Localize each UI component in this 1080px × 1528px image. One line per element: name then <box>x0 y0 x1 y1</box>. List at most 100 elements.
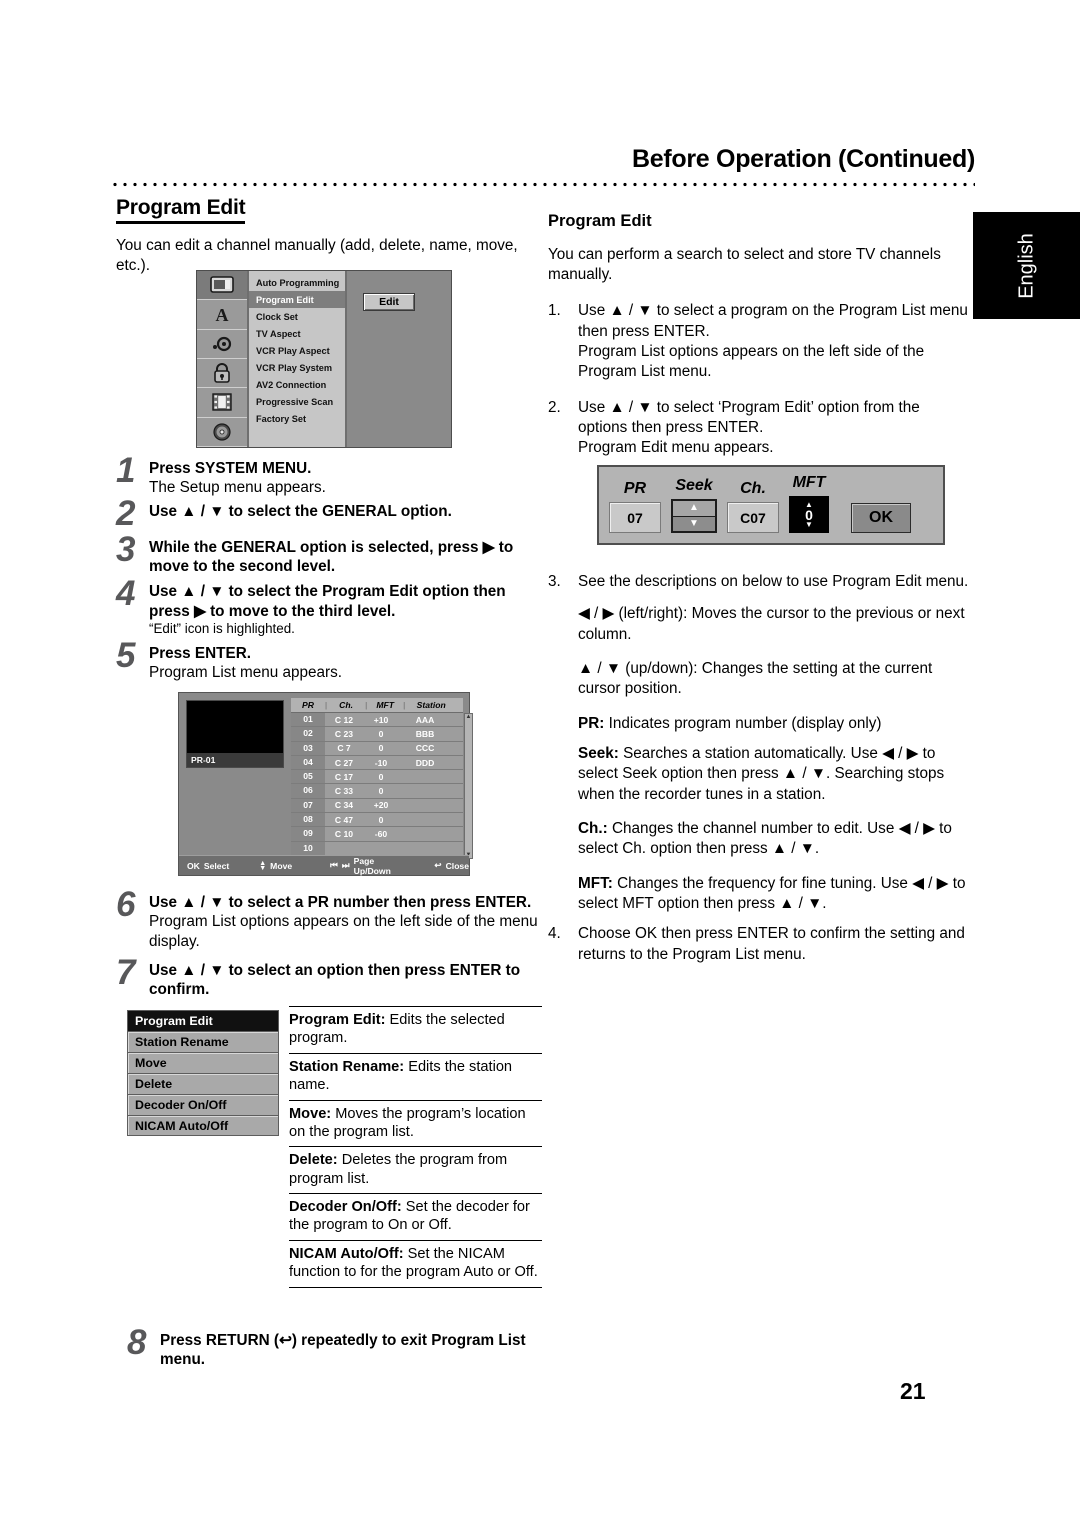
column-header-station: Station <box>416 700 446 710</box>
description-term: ▲ / ▼ (up/down): <box>578 660 698 678</box>
description-term: ◀ / ▶ (left/right): <box>578 605 688 623</box>
ch-field: Ch. C07 <box>727 480 779 533</box>
option-move[interactable]: Move <box>127 1052 279 1073</box>
setup-menu-list[interactable]: Auto Programming Program Edit Clock Set … <box>249 271 347 447</box>
mft-field[interactable]: MFT ▲ 0 ▼ <box>789 474 829 533</box>
right-item-4-text: Choose OK then press ENTER to confirm th… <box>578 925 965 963</box>
cell-ch: C 12 <box>334 714 354 725</box>
setup-menu-item-program-edit[interactable]: Program Edit <box>249 291 345 308</box>
description-term: Station Rename: <box>289 1058 405 1075</box>
program-list-screenshot: PR-01 PR | Ch. | MFT | Station 01 C 12 +10… <box>178 692 473 876</box>
description-up-down: ▲ / ▼ (up/down): Changes the setting at … <box>548 659 973 700</box>
table-row[interactable]: 06 C 33 0 <box>291 784 463 799</box>
step-3: 3 While the GENERAL option is selected, … <box>116 532 541 577</box>
setup-icon-bar: A <box>197 271 249 447</box>
setup-menu-item-auto-programming[interactable]: Auto Programming <box>249 274 345 291</box>
right-item-2-para-2: Program Edit menu appears. <box>578 439 774 457</box>
option-nicam-auto-off[interactable]: NICAM Auto/Off <box>127 1115 279 1136</box>
option-decoder-on-off[interactable]: Decoder On/Off <box>127 1094 279 1115</box>
page-label: Page Up/Down <box>353 855 391 876</box>
cell-station: AAA <box>415 714 435 725</box>
right-item-2-number: 2. <box>548 398 561 416</box>
setup-menu-item-vcr-play-aspect[interactable]: VCR Play Aspect <box>249 342 345 359</box>
setup-menu-item-av2-connection[interactable]: AV2 Connection <box>249 376 345 393</box>
step-5: 5 Press ENTER. Program List menu appears… <box>116 638 541 683</box>
cell-pr: 06 <box>291 784 325 798</box>
select-label: Select <box>203 860 230 871</box>
right-item-2-para-1: Use ▲ / ▼ to select ‘Program Edit’ optio… <box>578 398 920 437</box>
ok-field[interactable]: OK <box>851 503 911 533</box>
language-side-tab: English <box>973 212 1080 319</box>
description-text: Searches a station automatically. Use ◀ … <box>578 745 945 803</box>
cell-mft: 0 <box>378 728 384 739</box>
table-row[interactable]: 09 C 10 -60 <box>291 827 463 842</box>
program-list-body: 01 C 12 +10 AAA 02 C 23 0 BBB 03 C 7 0 CCC 04 C 27… <box>291 713 473 871</box>
skip-next-icon: ⏭ <box>341 860 350 870</box>
description-seek: Seek: Searches a station automatically. … <box>548 744 973 805</box>
lock-icon <box>197 359 247 389</box>
ok-button[interactable]: OK <box>851 503 911 533</box>
step-8: 8 Press RETURN (↩) repeatedly to exit Pr… <box>127 1325 542 1370</box>
edit-button[interactable]: Edit <box>363 293 415 311</box>
seek-down-icon[interactable]: ▼ <box>673 516 715 531</box>
description-decoder-on-off: Decoder On/Off: Set the decoder for the … <box>289 1193 542 1240</box>
setup-menu-item-vcr-play-system[interactable]: VCR Play System <box>249 359 345 376</box>
cell-ch: C 27 <box>334 757 354 768</box>
cell-ch: C 47 <box>334 814 354 825</box>
description-term: PR: <box>578 714 605 732</box>
setup-menu-item-tv-aspect[interactable]: TV Aspect <box>249 325 345 342</box>
setup-menu-item-clock-set[interactable]: Clock Set <box>249 308 345 325</box>
option-delete[interactable]: Delete <box>127 1073 279 1094</box>
option-station-rename[interactable]: Station Rename <box>127 1031 279 1052</box>
column-header-mft: MFT <box>376 700 394 710</box>
program-edit-options-menu[interactable]: Program Edit Station Rename Move Delete … <box>127 1010 279 1288</box>
option-program-edit[interactable]: Program Edit <box>127 1010 279 1031</box>
table-row[interactable]: 02 C 23 0 BBB <box>291 727 463 742</box>
table-row[interactable]: 08 C 47 0 <box>291 813 463 828</box>
close-label: Close <box>445 860 469 871</box>
steps-1-to-5: 1 Press SYSTEM MENU. The Setup menu appe… <box>116 450 541 682</box>
right-item-1-number: 1. <box>548 302 561 320</box>
table-row[interactable]: 03 C 7 0 CCC <box>291 741 463 756</box>
cell-pr: 02 <box>291 727 325 741</box>
table-row[interactable]: 05 C 17 0 <box>291 770 463 785</box>
description-text: Indicates program number (display only) <box>604 714 882 732</box>
setup-menu-item-factory-set[interactable]: Factory Set <box>249 410 345 427</box>
move-hint: ▲ ▼ Move <box>259 860 292 872</box>
step-7-number: 7 <box>116 952 135 992</box>
return-icon: ↩ <box>434 860 442 870</box>
table-row[interactable]: 04 C 27 -10 DDD <box>291 755 463 771</box>
setup-menu-item-progressive-scan[interactable]: Progressive Scan <box>249 393 345 410</box>
mft-down-icon[interactable]: ▼ <box>805 520 813 528</box>
description-pr: PR: Indicates program number (display on… <box>548 714 973 734</box>
right-section-title: Program Edit <box>548 212 652 230</box>
step-1-number: 1 <box>116 451 135 490</box>
table-row[interactable]: 01 C 12 +10 AAA <box>291 713 463 728</box>
seek-field[interactable]: Seek ▲ ▼ <box>671 477 717 533</box>
description-term: Delete: <box>289 1152 338 1169</box>
right-item-4: 4. Choose OK then press ENTER to confirm… <box>548 924 973 965</box>
seek-stepper[interactable]: ▲ ▼ <box>671 499 717 533</box>
vertical-scrollbar[interactable]: ▲ ▼ <box>464 713 473 859</box>
cell-pr: 05 <box>291 770 325 784</box>
header-dotted-rule <box>110 182 975 187</box>
description-left-right: ◀ / ▶ (left/right): Moves the cursor to … <box>548 604 973 645</box>
cell-pr: 10 <box>291 841 325 855</box>
mft-stepper[interactable]: ▲ 0 ▼ <box>789 496 829 533</box>
left-column: Program Edit You can edit a channel manu… <box>116 196 536 276</box>
description-text: Changes the channel number to edit. Use … <box>578 820 952 858</box>
audio-icon <box>197 330 247 359</box>
table-row[interactable]: 07 C 34 +20 <box>291 798 463 814</box>
cell-mft: -10 <box>374 757 388 768</box>
step-4: 4 Use ▲ / ▼ to select the Program Edit o… <box>116 576 541 637</box>
scroll-up-icon[interactable]: ▲ <box>466 714 472 720</box>
step-2-lead: Use ▲ / ▼ to select the GENERAL option. <box>149 502 452 520</box>
step-3-lead: While the GENERAL option is selected, pr… <box>149 538 514 576</box>
step-8-number: 8 <box>127 1323 146 1362</box>
description-term: MFT: <box>578 874 613 892</box>
table-row[interactable]: 10 <box>291 841 463 856</box>
svg-text:A: A <box>216 305 229 324</box>
cell-mft: 0 <box>378 786 384 797</box>
seek-up-icon[interactable]: ▲ <box>673 501 715 517</box>
pr-label: PR <box>623 480 647 497</box>
